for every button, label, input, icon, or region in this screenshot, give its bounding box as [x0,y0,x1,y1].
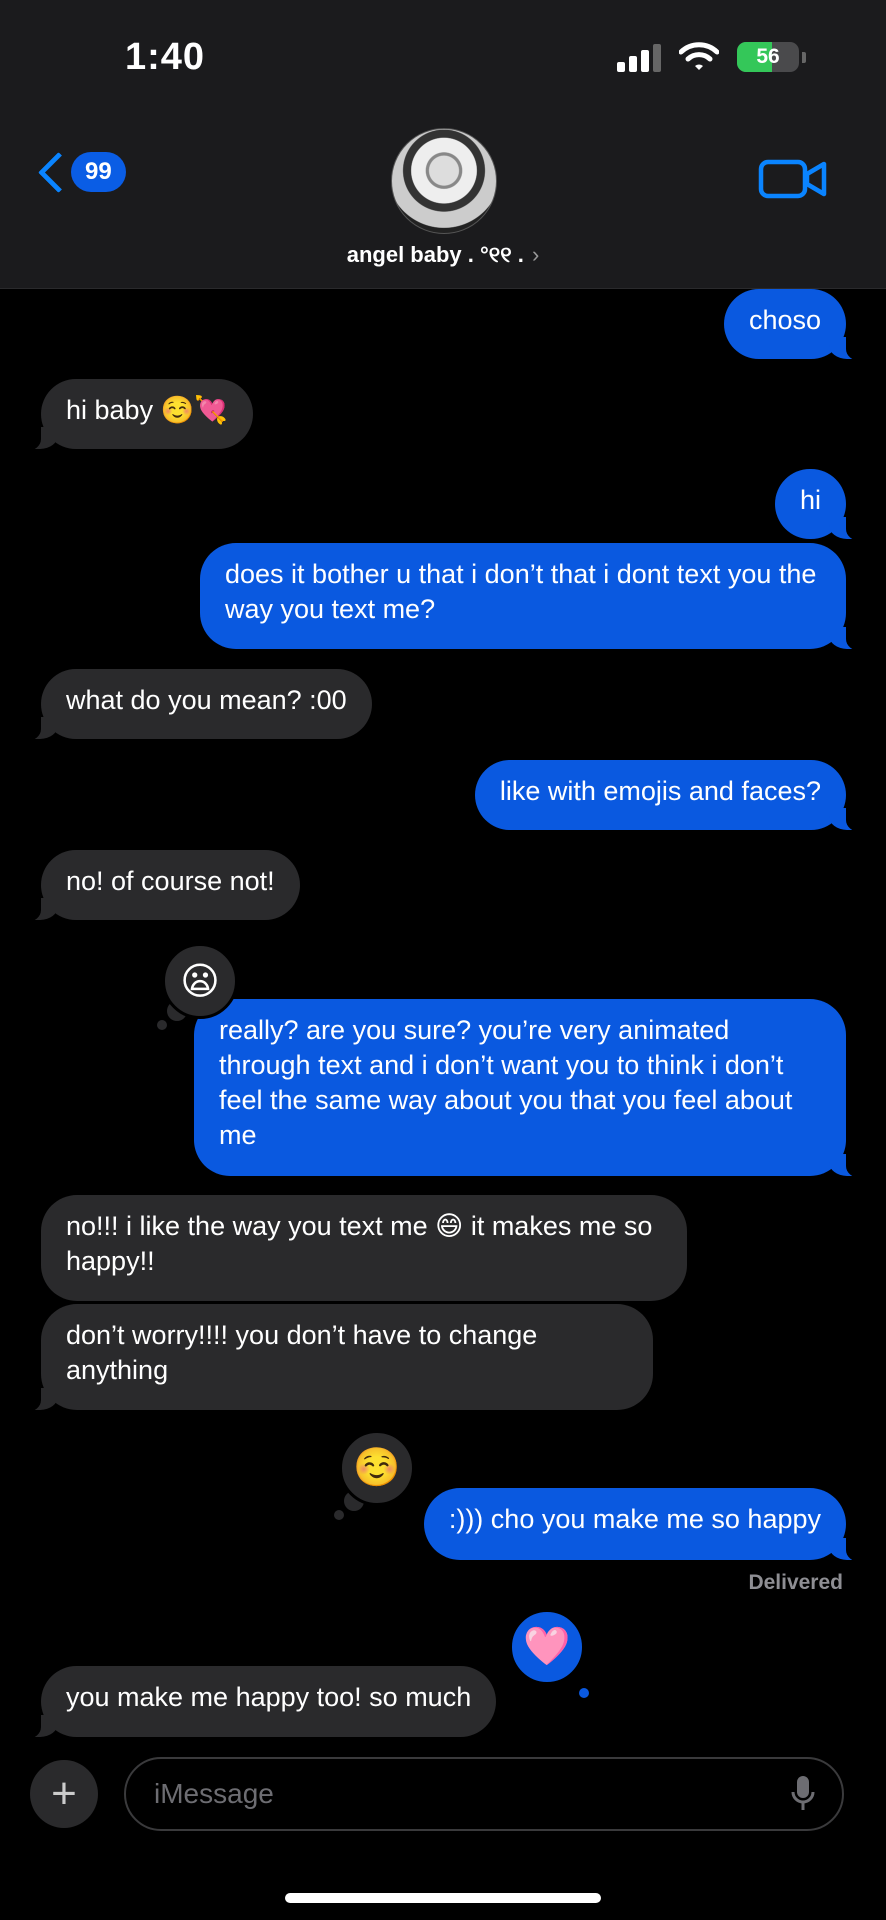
reaction-frowning-face[interactable]: 😦 [162,943,238,1019]
incoming-message[interactable]: no! of course not! [15,850,300,922]
reaction-bubble-dot [157,1020,167,1030]
facetime-video-icon[interactable] [758,158,828,200]
reaction-bubble-dot [579,1688,589,1698]
chevron-left-icon [37,151,80,193]
message-input[interactable] [152,1777,756,1811]
contact-name-button[interactable]: angel baby . °୧୧ . › [0,242,886,268]
status-time: 1:40 [125,36,206,78]
battery-cap [802,51,806,63]
incoming-message[interactable]: you make me happy too! so much [14,1666,497,1739]
microphone-icon[interactable] [790,1774,816,1814]
contact-avatar[interactable] [391,128,497,234]
wifi-icon [679,42,719,70]
back-button[interactable]: 99 [32,151,126,193]
outgoing-message[interactable]: does it bother u that i don’t that i don… [200,543,872,651]
outgoing-message[interactable]: really? are you sure? you’re very animat… [194,999,872,1178]
reaction-pink-heart[interactable]: 🩷 [509,1609,585,1685]
outgoing-message[interactable]: choso [723,289,873,361]
incoming-message[interactable]: no!!! i like the way you text me 😄 it ma… [41,1195,687,1301]
outgoing-message[interactable]: like with emojis and faces? [474,760,873,832]
reaction-smiling-face[interactable]: ☺️ [339,1430,415,1506]
contact-name: angel baby . °୧୧ . [346,242,524,267]
cellular-signal-icon [617,42,661,72]
chevron-right-icon: › [531,242,540,267]
message-input-field[interactable] [124,1757,844,1831]
status-icons: 56 [617,42,806,72]
incoming-message[interactable]: what do you mean? :00 [15,669,372,741]
unread-badge: 99 [71,152,126,192]
delivered-status: Delivered [748,1571,843,1594]
conversation-header: 1:40 56 99 angel baby . °୧୧ . › [0,0,886,289]
incoming-message[interactable]: don’t worry!!!! you don’t have to change… [15,1304,653,1412]
outgoing-message[interactable]: :))) cho you make me so happy [423,1488,873,1562]
battery-icon: 56 [737,42,799,72]
battery-level: 56 [756,45,780,68]
outgoing-message[interactable]: hi [774,469,873,541]
add-attachment-button[interactable]: + [30,1760,98,1828]
home-indicator[interactable] [285,1893,601,1903]
incoming-message[interactable]: hi baby ☺️💘 [15,379,253,451]
reaction-bubble-dot [334,1510,344,1520]
